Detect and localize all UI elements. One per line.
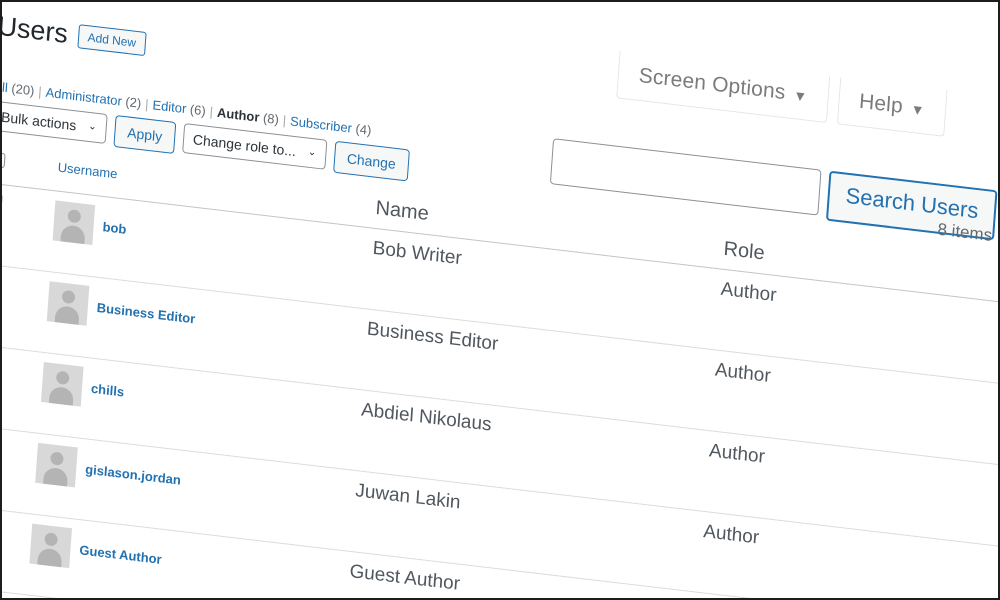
filter-all-link[interactable]: All	[2, 79, 8, 96]
avatar	[29, 523, 73, 569]
filter-subscriber-count: (4)	[355, 121, 372, 138]
search-input[interactable]	[549, 138, 822, 216]
filter-subscriber-link[interactable]: Subscriber	[290, 113, 353, 135]
filter-separator: |	[209, 103, 214, 120]
filter-editor-count: (6)	[189, 101, 207, 119]
screen-meta-tabs: Screen Options ▼ Help ▼	[616, 51, 948, 137]
username-link[interactable]: chills	[91, 380, 125, 399]
select-all-checkbox[interactable]	[2, 151, 6, 169]
username-link[interactable]: bob	[102, 219, 127, 237]
filter-administrator-count: (2)	[124, 94, 142, 111]
filter-administrator-link[interactable]: Administrator	[45, 85, 122, 109]
avatar	[52, 200, 96, 246]
screenshot-frame: Screen Options ▼ Help ▼ Users Add New Sear…	[0, 0, 1000, 600]
select-all-header[interactable]	[2, 141, 50, 190]
filter-all[interactable]: All (20)	[2, 79, 35, 99]
page-title: Users	[0, 10, 69, 49]
row-checkbox[interactable]	[2, 192, 3, 210]
page-header: Users Add New	[0, 10, 147, 57]
screen-options-label: Screen Options	[638, 63, 787, 105]
filter-subscriber[interactable]: Subscriber (4)	[290, 113, 372, 137]
row-checkbox-cell[interactable]	[2, 181, 47, 271]
filter-author-link[interactable]: Author	[217, 105, 260, 125]
filter-editor-link[interactable]: Editor	[152, 97, 187, 116]
bulk-actions-select[interactable]: Bulk actions ⌄	[0, 100, 108, 144]
row-checkbox-cell[interactable]	[2, 262, 41, 352]
avatar	[46, 281, 90, 326]
add-new-button[interactable]: Add New	[76, 23, 147, 56]
filter-author-count: (8)	[262, 110, 280, 128]
username-link[interactable]: Guest Author	[79, 542, 162, 567]
chevron-down-icon: ⌄	[307, 146, 317, 159]
filter-editor[interactable]: Editor (6)	[152, 97, 206, 118]
chevron-down-icon: ▼	[792, 87, 808, 105]
avatar	[40, 362, 84, 407]
change-role-button[interactable]: Change	[332, 140, 410, 182]
help-label: Help	[858, 89, 904, 118]
screen-options-tab[interactable]: Screen Options ▼	[616, 51, 830, 124]
filter-separator: |	[282, 112, 287, 128]
chevron-down-icon: ⌄	[87, 120, 98, 133]
bulk-actions-label: Bulk actions	[0, 108, 77, 134]
username-link[interactable]: Business Editor	[96, 299, 195, 326]
wordpress-users-page: Screen Options ▼ Help ▼ Users Add New Sear…	[0, 2, 998, 598]
filter-author[interactable]: Author (8)	[217, 105, 280, 127]
help-tab[interactable]: Help ▼	[836, 77, 948, 137]
chevron-down-icon: ▼	[910, 100, 926, 119]
filter-all-count: (20)	[10, 80, 35, 99]
avatar	[35, 442, 78, 488]
filter-administrator[interactable]: Administrator (2)	[45, 85, 142, 111]
change-role-label: Change role to...	[192, 131, 297, 160]
apply-button[interactable]: Apply	[113, 114, 177, 155]
filter-separator: |	[144, 96, 150, 112]
username-link[interactable]: gislason.jordan	[85, 461, 182, 487]
filter-separator: |	[37, 83, 43, 100]
